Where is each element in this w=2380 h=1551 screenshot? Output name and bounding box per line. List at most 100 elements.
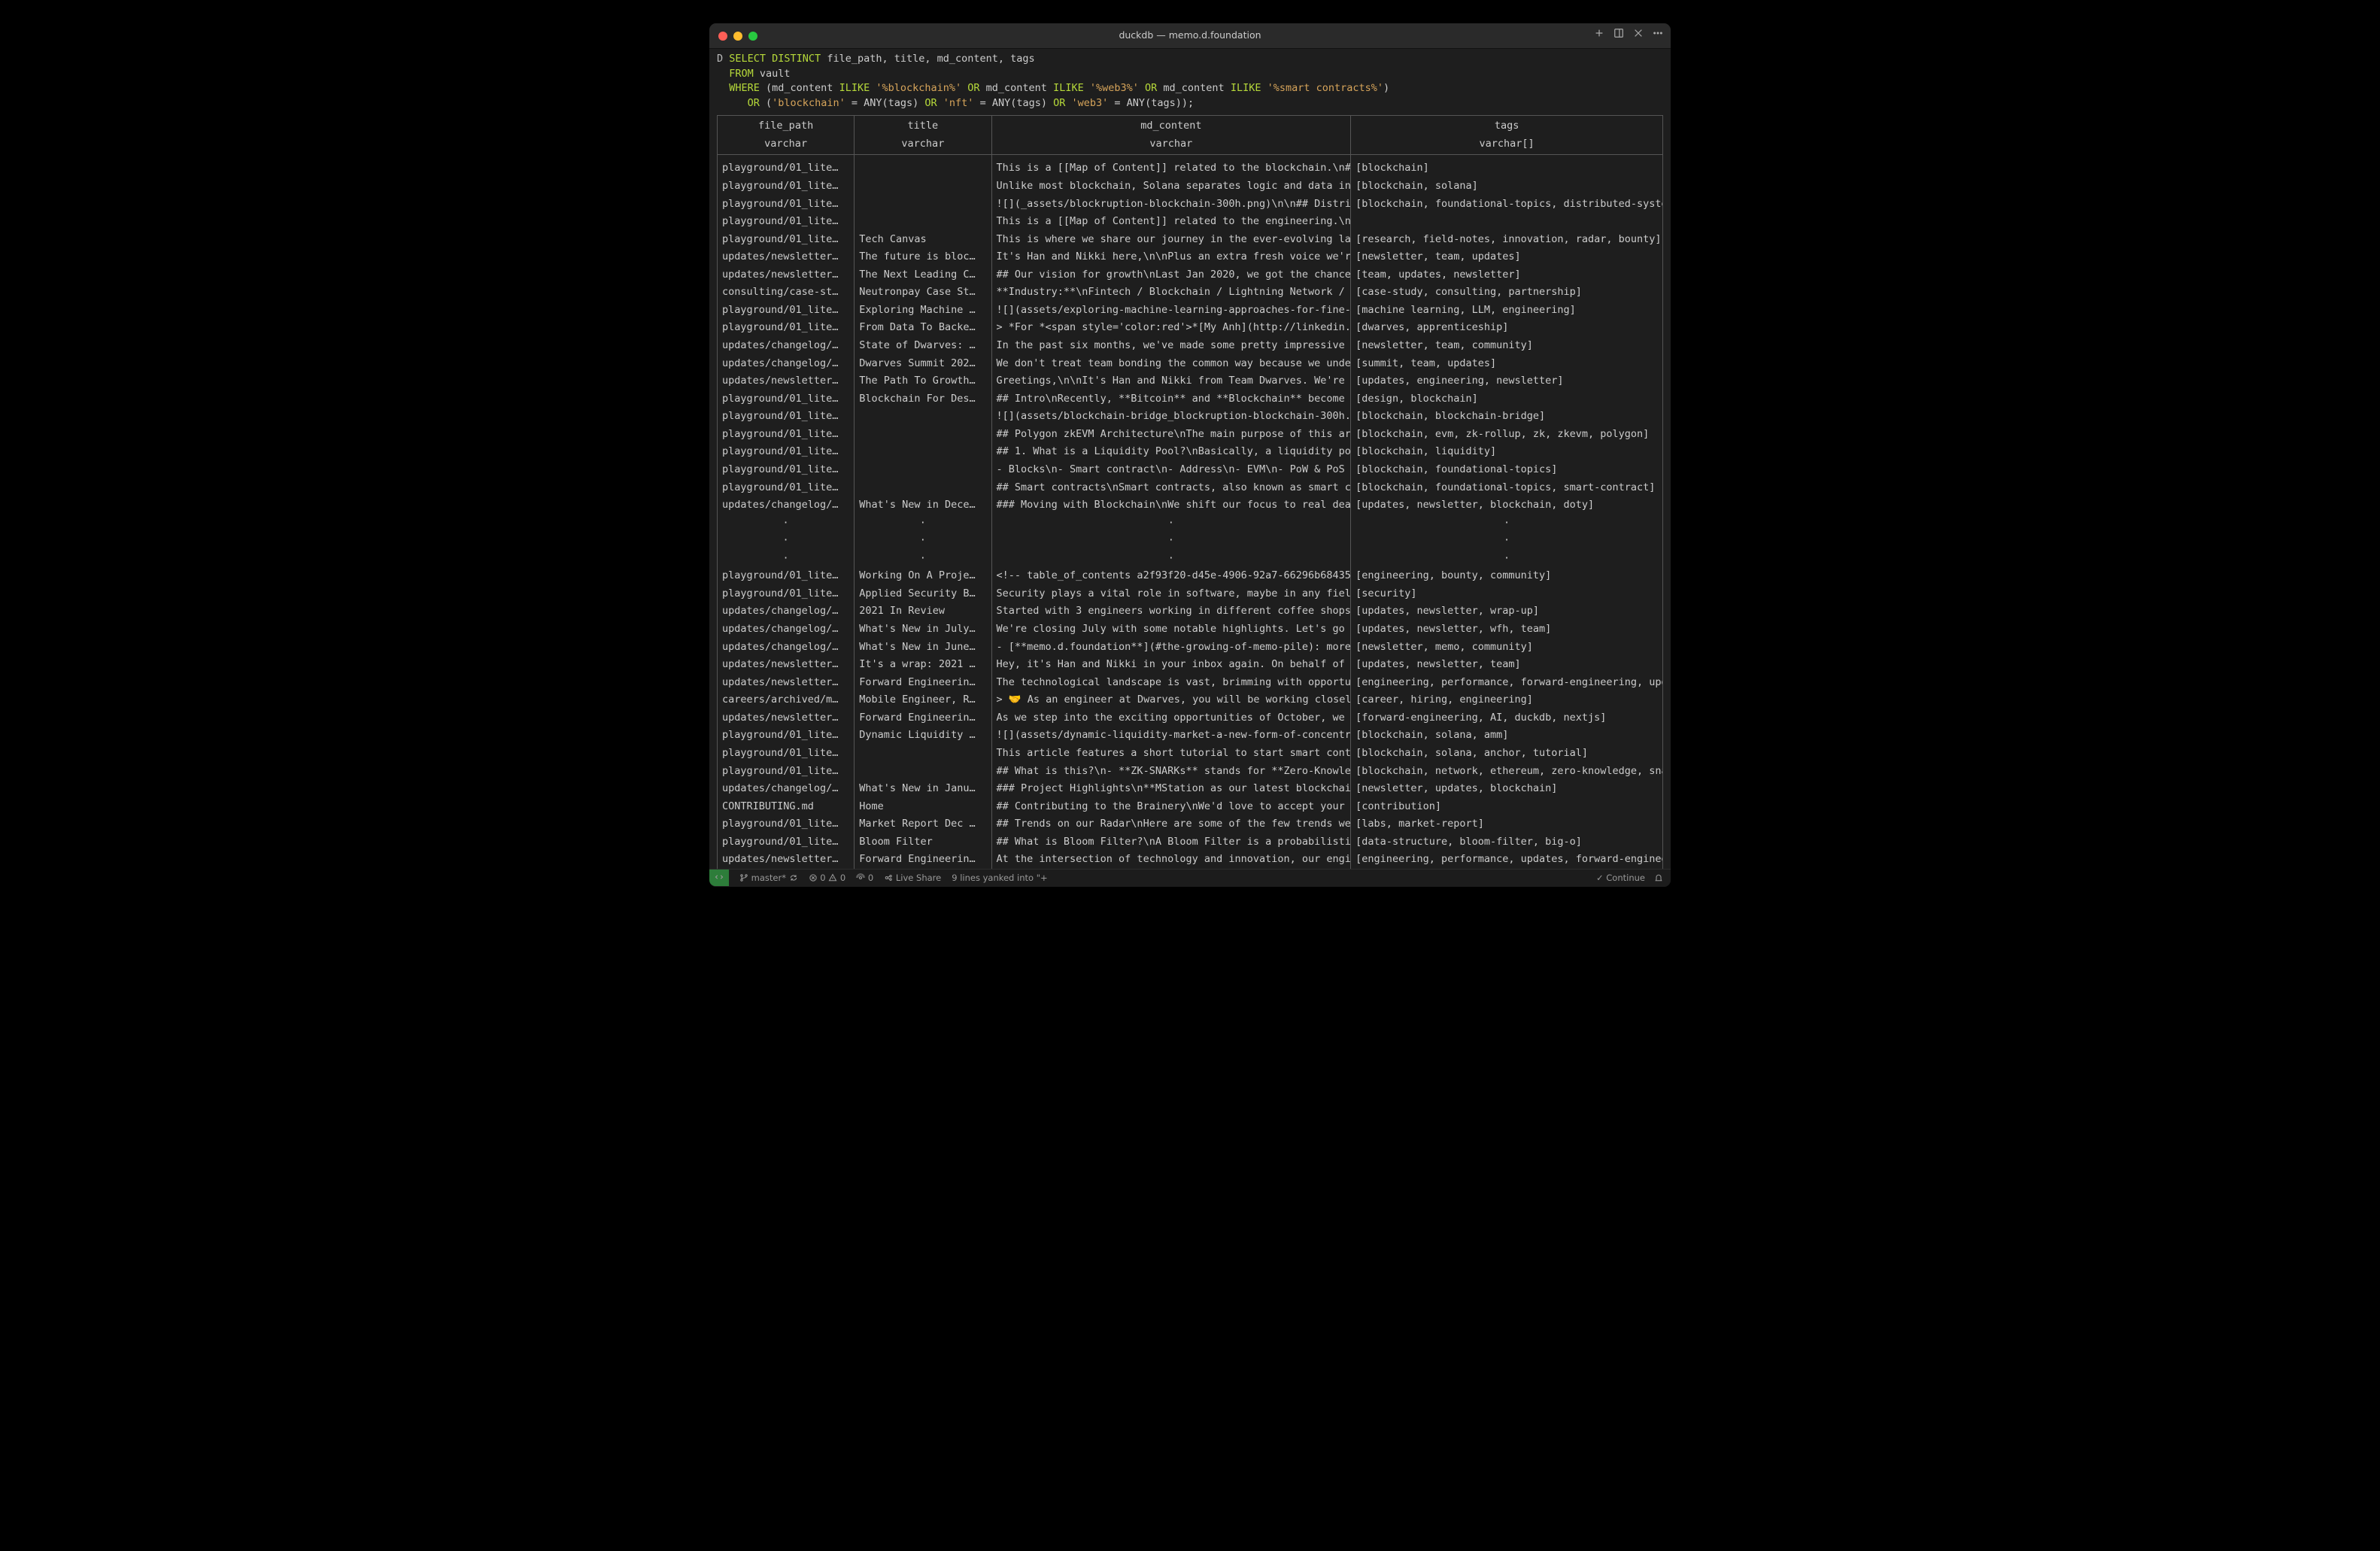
cell-file_path: consulting/case-st… [718, 284, 855, 302]
cell-file_path: playground/01_lite… [718, 763, 855, 781]
cell-md: As we step into the exciting opportuniti… [991, 709, 1351, 727]
live-share[interactable]: Live Share [884, 872, 941, 885]
cell-md: ![](assets/dynamic-liquidity-market-a-ne… [991, 727, 1351, 745]
cell-tags: [blockchain, network, ethereum, zero-kno… [1351, 763, 1663, 781]
cell-file_path: updates/newsletter… [718, 656, 855, 674]
titlebar-actions [1594, 28, 1663, 44]
ellipsis-row: ···· [718, 532, 1663, 550]
cell-md: ## Intro\nRecently, **Bitcoin** and **Bl… [991, 390, 1351, 408]
minimize-icon[interactable] [733, 32, 742, 41]
cell-title: Forward Engineerin… [855, 709, 991, 727]
table-row: playground/01_lite…This is a [[Map of Co… [718, 213, 1663, 231]
cell-title [855, 178, 991, 196]
cell-md: Unlike most blockchain, Solana separates… [991, 178, 1351, 196]
table-row: updates/changelog/…State of Dwarves: …In… [718, 337, 1663, 355]
cell-tags: [forward-engineering, AI, duckdb, nextjs… [1351, 709, 1663, 727]
cell-title: What's New in Dece… [855, 496, 991, 514]
table-row: playground/01_lite…Market Report Dec …##… [718, 815, 1663, 833]
cell-file_path: playground/01_lite… [718, 408, 855, 426]
cell-md: This is a [[Map of Content]] related to … [991, 155, 1351, 178]
col-type: varchar [718, 135, 855, 155]
col-name: file_path [718, 116, 855, 135]
maximize-icon[interactable] [748, 32, 757, 41]
editor-message: 9 lines yanked into "+ [952, 872, 1047, 885]
cell-tags: [data-structure, bloom-filter, big-o] [1351, 833, 1663, 851]
cell-tags: [newsletter, team, updates] [1351, 248, 1663, 266]
cell-tags: [blockchain, liquidity] [1351, 443, 1663, 461]
cell-title: From Data To Backe… [855, 319, 991, 337]
col-name: tags [1351, 116, 1663, 135]
cell-file_path: updates/changelog/… [718, 602, 855, 621]
table-row: updates/newsletter…The Next Leading C…##… [718, 266, 1663, 284]
terminal-body[interactable]: D SELECT DISTINCT file_path, title, md_c… [709, 49, 1671, 869]
cell-tags: [engineering, bounty, community] [1351, 567, 1663, 585]
table-row: updates/changelog/…What's New in Janu…##… [718, 780, 1663, 798]
close-icon[interactable] [718, 32, 727, 41]
cell-tags: [machine learning, LLM, engineering] [1351, 302, 1663, 320]
git-branch[interactable]: master* [739, 872, 798, 885]
cell-file_path: playground/01_lite… [718, 213, 855, 231]
table-row: playground/01_lite…![](assets/blockchain… [718, 408, 1663, 426]
cell-tags: [labs, market-report] [1351, 815, 1663, 833]
cell-title: Home [855, 798, 991, 816]
cell-md: ## Polygon zkEVM Architecture\nThe main … [991, 426, 1351, 444]
cell-tags: [dwarves, apprenticeship] [1351, 319, 1663, 337]
cell-file_path: playground/01_lite… [718, 319, 855, 337]
cell-file_path: playground/01_lite… [718, 727, 855, 745]
cell-file_path: careers/archived/m… [718, 691, 855, 709]
terminal-window: duckdb — memo.d.foundation D SELECT DIST… [709, 23, 1671, 888]
cell-title [855, 426, 991, 444]
table-row: updates/newsletter…The Path To Growth…Gr… [718, 372, 1663, 390]
problems[interactable]: 0 0 [809, 872, 846, 885]
close-panel-icon[interactable] [1633, 28, 1644, 44]
new-tab-icon[interactable] [1594, 28, 1604, 44]
table-row: playground/01_lite…Working On A Proje…<!… [718, 567, 1663, 585]
continue-button[interactable]: ✓ Continue [1596, 872, 1645, 885]
cell-md: This is where we share our journey in th… [991, 231, 1351, 249]
cell-title: What's New in June… [855, 639, 991, 657]
window-title: duckdb — memo.d.foundation [709, 29, 1671, 42]
cell-title [855, 745, 991, 763]
cell-title [855, 155, 991, 178]
sql-query: D SELECT DISTINCT file_path, title, md_c… [717, 52, 1663, 111]
cell-title: It's a wrap: 2021 … [855, 656, 991, 674]
cell-tags: [design, blockchain] [1351, 390, 1663, 408]
cell-md: <!-- table_of_contents a2f93f20-d45e-490… [991, 567, 1351, 585]
statusbar: master* 0 0 0 Live Share 9 lines yanked … [709, 869, 1671, 887]
col-type: varchar [855, 135, 991, 155]
cell-md: We're closing July with some notable hig… [991, 621, 1351, 639]
remote-indicator[interactable] [709, 870, 729, 886]
cell-title: Bloom Filter [855, 833, 991, 851]
cell-tags: [newsletter, updates, blockchain] [1351, 780, 1663, 798]
cell-tags: [newsletter, team, community] [1351, 337, 1663, 355]
sync-icon[interactable] [789, 873, 798, 882]
cell-tags: [blockchain, solana, amm] [1351, 727, 1663, 745]
ellipsis-row: ···· [718, 514, 1663, 533]
table-row: careers/archived/m…Mobile Engineer, R…> … [718, 691, 1663, 709]
notifications-icon[interactable] [1654, 872, 1663, 885]
split-panel-icon[interactable] [1613, 28, 1624, 44]
table-row: playground/01_lite…## Polygon zkEVM Arch… [718, 426, 1663, 444]
result-table: file_path title md_content tags varchar … [717, 115, 1663, 869]
table-row: updates/changelog/…What's New in Dece…##… [718, 496, 1663, 514]
cell-md: ![](assets/exploring-machine-learning-ap… [991, 302, 1351, 320]
more-icon[interactable] [1653, 28, 1663, 44]
cell-file_path: updates/newsletter… [718, 266, 855, 284]
table-row: updates/changelog/…What's New in June…- … [718, 639, 1663, 657]
table-row: playground/01_lite…## 1. What is a Liqui… [718, 443, 1663, 461]
cell-md: We don't treat team bonding the common w… [991, 355, 1351, 373]
table-body: playground/01_lite… This is a [[Map of Co… [718, 155, 1663, 869]
table-row: updates/changelog/…Dwarves Summit 202…We… [718, 355, 1663, 373]
cell-file_path: playground/01_lite… [718, 815, 855, 833]
cell-tags: [contribution] [1351, 798, 1663, 816]
cell-tags: [case-study, consulting, partnership] [1351, 284, 1663, 302]
cell-title: Mobile Engineer, R… [855, 691, 991, 709]
cell-file_path: playground/01_lite… [718, 196, 855, 214]
table-header: file_path title md_content tags varchar … [718, 116, 1663, 155]
cell-title: 2021 In Review [855, 602, 991, 621]
titlebar[interactable]: duckdb — memo.d.foundation [709, 23, 1671, 49]
table-row: playground/01_lite…- Blocks\n- Smart con… [718, 461, 1663, 479]
cell-tags: [updates, engineering, newsletter] [1351, 372, 1663, 390]
cell-md: The technological landscape is vast, bri… [991, 674, 1351, 692]
ports[interactable]: 0 [856, 872, 873, 885]
